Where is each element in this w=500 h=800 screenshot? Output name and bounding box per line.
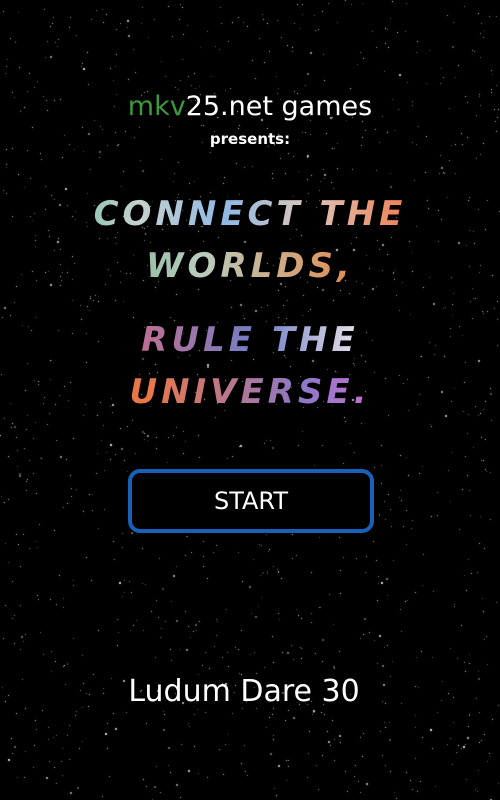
presents-label: presents: <box>209 130 291 148</box>
tagline-line-3: RULE THE <box>0 320 500 360</box>
tagline-line-4: UNIVERSE. <box>0 372 500 412</box>
publisher-brand-prefix: mkv <box>127 91 186 122</box>
title-screen: mkv25.net games presents: CONNECT THE WO… <box>0 0 500 800</box>
publisher-brand-suffix: 25.net games <box>185 91 373 122</box>
start-button[interactable]: START <box>128 469 374 533</box>
tagline-line-1: CONNECT THE <box>0 194 500 234</box>
event-label: Ludum Dare 30 <box>128 674 360 709</box>
tagline-line-2: WORLDS, <box>0 246 500 286</box>
publisher-name: mkv25.net games <box>0 90 500 124</box>
